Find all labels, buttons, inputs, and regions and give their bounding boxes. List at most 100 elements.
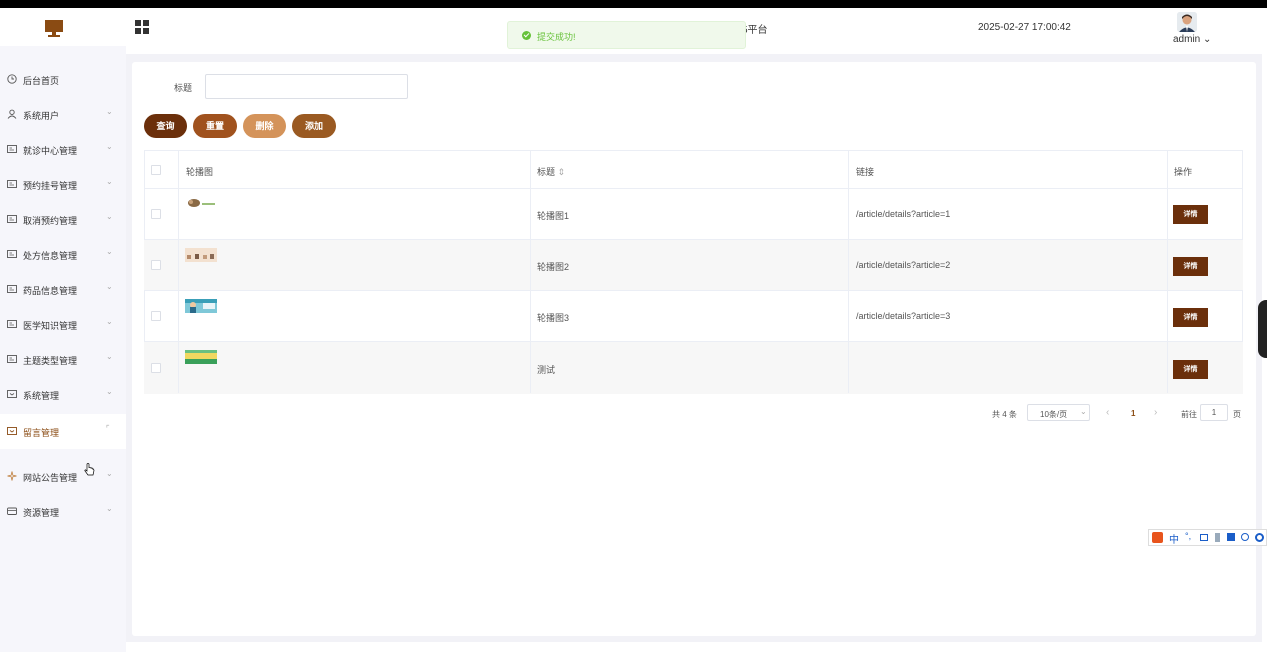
page-size-value: 10条/页 <box>1040 410 1068 419</box>
side-handle[interactable] <box>1258 300 1267 358</box>
sidebar-item-clinic[interactable]: 就诊中心管理 ⌄ <box>0 132 126 167</box>
chevron-down-icon: ⌄ <box>106 352 113 361</box>
row-checkbox[interactable] <box>151 209 161 219</box>
chevron-down-icon: ⌄ <box>106 387 113 396</box>
user-menu[interactable]: admin ⌄ <box>1173 34 1211 45</box>
sparkle-icon <box>7 471 17 481</box>
column-divider <box>1167 150 1168 393</box>
sidebar-item-label: 系统管理 <box>23 391 60 401</box>
sidebar-item-topic-types[interactable]: 主题类型管理 ⌄ <box>0 342 126 377</box>
sidebar-item-prescription[interactable]: 处方信息管理 ⌄ <box>0 237 126 272</box>
username: admin <box>1173 34 1201 45</box>
shirt-icon[interactable] <box>1227 533 1235 541</box>
sidebar-item-system-management[interactable]: 系统管理 ⌄ <box>0 377 126 412</box>
sidebar-item-cancel-appointment[interactable]: 取消预约管理 ⌄ <box>0 202 126 237</box>
title-filter-label: 标题 <box>174 83 193 93</box>
clock-icon <box>7 74 17 84</box>
settings-icon[interactable] <box>1241 533 1249 541</box>
sidebar-item-label: 处方信息管理 <box>23 251 78 261</box>
table-row <box>144 188 1243 240</box>
sidebar-item-home[interactable]: 后台首页 <box>0 62 126 97</box>
table-row <box>144 290 1243 342</box>
folder-icon <box>7 390 17 398</box>
sort-icon[interactable]: ⇕ <box>558 167 566 177</box>
punct-icon[interactable]: °, <box>1185 531 1191 541</box>
corner-icon: ⌜ <box>106 424 110 433</box>
avatar[interactable] <box>1177 12 1197 32</box>
sidebar: 后台首页 系统用户 ⌄ 就诊中心管理 ⌄ 预约挂号管理 ⌄ 取消预约管理 ⌄ 处… <box>0 46 126 652</box>
chevron-down-icon: ⌄ <box>106 504 113 513</box>
mouse-cursor-icon <box>84 463 95 476</box>
detail-button[interactable]: 详情 <box>1173 308 1208 327</box>
row-checkbox[interactable] <box>151 311 161 321</box>
sidebar-item-label: 主题类型管理 <box>23 356 78 366</box>
chevron-down-icon: ⌄ <box>1203 34 1212 45</box>
chevron-down-icon: ⌄ <box>106 142 113 151</box>
table-row <box>144 239 1243 291</box>
sidebar-item-announcements[interactable]: 网站公告管理 ⌄ <box>0 459 126 494</box>
page-number-current[interactable]: 1 <box>1131 409 1135 418</box>
box-icon <box>7 507 17 515</box>
sidebar-item-medical-knowledge[interactable]: 医学知识管理 ⌄ <box>0 307 126 342</box>
sidebar-item-resources[interactable]: 资源管理 ⌄ <box>0 494 126 529</box>
folder-icon <box>7 427 17 435</box>
sidebar-item-messages[interactable]: 留言管理 ⌜ <box>0 414 126 449</box>
column-divider <box>530 150 531 393</box>
row-title: 轮播图3 <box>537 313 570 323</box>
banner-thumb-4[interactable] <box>185 350 217 364</box>
gear-icon[interactable] <box>1255 533 1264 542</box>
row-checkbox[interactable] <box>151 363 161 373</box>
user-icon[interactable] <box>1215 533 1220 542</box>
monitor-logo-icon[interactable] <box>44 18 64 38</box>
query-button[interactable]: 查询 <box>144 114 187 138</box>
column-header-link: 链接 <box>856 167 875 177</box>
sidebar-item-label: 预约挂号管理 <box>23 181 78 191</box>
success-toast: 提交成功! <box>507 21 746 49</box>
sidebar-item-appointment[interactable]: 预约挂号管理 ⌄ <box>0 167 126 202</box>
goto-label: 前往 <box>1181 410 1197 419</box>
chevron-down-icon: ⌄ <box>106 317 113 326</box>
chevron-down-icon: ⌄ <box>1080 407 1087 416</box>
sidebar-item-label: 留言管理 <box>23 428 60 438</box>
menu-box-icon <box>7 250 17 258</box>
next-page-button[interactable]: › <box>1154 407 1157 418</box>
select-all-checkbox[interactable] <box>151 165 161 175</box>
prev-page-button[interactable]: ‹ <box>1106 407 1109 418</box>
sidebar-item-label: 就诊中心管理 <box>23 146 78 156</box>
sidebar-item-label: 资源管理 <box>23 508 60 518</box>
sidebar-item-label: 网站公告管理 <box>23 473 78 483</box>
sidebar-item-medicine[interactable]: 药品信息管理 ⌄ <box>0 272 126 307</box>
banner-thumb-3[interactable] <box>185 299 217 313</box>
detail-button[interactable]: 详情 <box>1173 257 1208 276</box>
title-search-input[interactable] <box>205 74 408 99</box>
current-datetime: 2025-02-27 17:00:42 <box>978 22 1071 33</box>
add-button[interactable]: 添加 <box>292 114 336 138</box>
menu-box-icon <box>7 355 17 363</box>
row-link: /article/details?article=2 <box>856 260 951 270</box>
menu-box-icon <box>7 285 17 293</box>
sidebar-item-system-users[interactable]: 系统用户 ⌄ <box>0 97 126 132</box>
sidebar-item-label: 取消预约管理 <box>23 216 78 226</box>
grid-menu-icon[interactable] <box>135 20 149 34</box>
row-checkbox[interactable] <box>151 260 161 270</box>
detail-button[interactable]: 详情 <box>1173 360 1208 379</box>
chevron-down-icon: ⌄ <box>106 282 113 291</box>
sogou-icon[interactable] <box>1152 532 1163 543</box>
goto-page-input[interactable]: 1 <box>1200 404 1228 421</box>
chevron-down-icon: ⌄ <box>106 177 113 186</box>
detail-button[interactable]: 详情 <box>1173 205 1208 224</box>
chevron-down-icon: ⌄ <box>106 212 113 221</box>
banner-thumb-2[interactable] <box>185 248 217 262</box>
column-header-title[interactable]: 标题 ⇕ <box>537 165 565 203</box>
delete-button[interactable]: 删除 <box>243 114 286 138</box>
page-size-select[interactable]: 10条/页 ⌄ <box>1027 404 1090 421</box>
reset-button[interactable]: 重置 <box>193 114 237 138</box>
sidebar-item-label: 后台首页 <box>23 76 60 86</box>
keyboard-icon[interactable] <box>1200 534 1208 541</box>
row-link: /article/details?article=1 <box>856 209 951 219</box>
sidebar-item-label: 医学知识管理 <box>23 321 78 331</box>
row-title: 轮播图2 <box>537 262 570 272</box>
ime-lang-toggle[interactable]: 中 <box>1169 531 1179 546</box>
banner-thumb-1[interactable] <box>185 197 217 211</box>
column-header-title-label: 标题 <box>537 167 556 177</box>
